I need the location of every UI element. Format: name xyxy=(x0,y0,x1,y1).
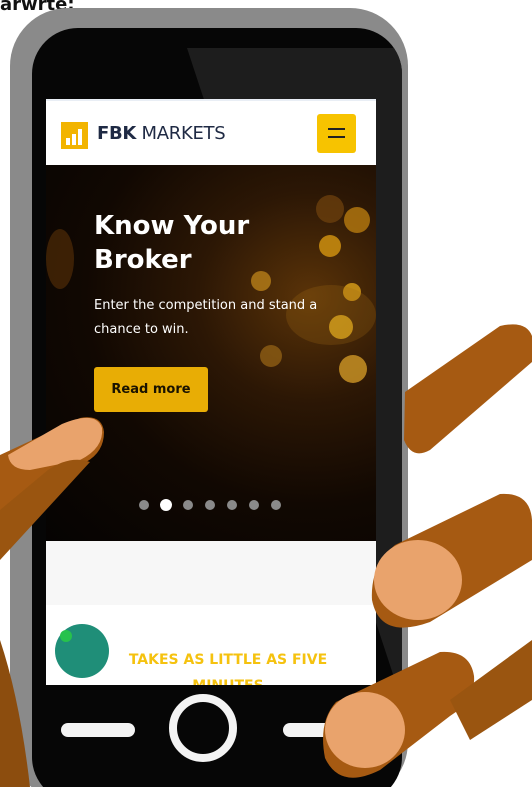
section-headline: TAKES AS LITTLE AS FIVE MINUTES xyxy=(128,652,328,685)
carousel-dot[interactable] xyxy=(205,500,215,510)
hero-slider: Know Your Broker Enter the competition a… xyxy=(46,165,376,541)
phone-screen: FBK MARKETS Know Your Broker Enter the c… xyxy=(46,99,376,685)
logo-bar xyxy=(66,138,70,145)
online-status-dot xyxy=(60,630,72,642)
carousel-dot[interactable] xyxy=(227,500,237,510)
hamburger-icon xyxy=(328,128,345,130)
carousel-dot[interactable] xyxy=(271,500,281,510)
bokeh-light xyxy=(339,355,367,383)
section-spacer xyxy=(46,541,376,605)
home-button[interactable] xyxy=(169,694,237,762)
hero-title: Know Your Broker xyxy=(94,211,250,275)
device-mockup-scene: arwrte: FBK MARKETS Know Your Broker Ent… xyxy=(0,0,532,787)
carousel-dot[interactable] xyxy=(183,500,193,510)
recent-apps-key[interactable] xyxy=(283,723,357,737)
carousel-dot-active[interactable] xyxy=(160,499,172,511)
logo-bar xyxy=(72,134,76,145)
brand-logo[interactable]: FBK MARKETS xyxy=(97,123,226,144)
bokeh-light xyxy=(316,195,344,223)
back-key[interactable] xyxy=(61,723,135,737)
hero-subtitle: Enter the competition and stand a chance… xyxy=(94,298,318,337)
menu-button[interactable] xyxy=(317,114,356,153)
logo-chart-icon[interactable] xyxy=(61,122,88,149)
hamburger-icon xyxy=(328,136,345,138)
bokeh-light xyxy=(46,229,74,289)
bokeh-light xyxy=(260,345,282,367)
site-header: FBK MARKETS xyxy=(46,99,376,165)
bokeh-light xyxy=(319,235,341,257)
brand-name-bold: FBK xyxy=(97,123,137,144)
read-more-button[interactable]: Read more xyxy=(94,367,208,412)
finger-top xyxy=(404,324,532,454)
palm-right xyxy=(450,640,532,740)
carousel-dot[interactable] xyxy=(249,500,259,510)
logo-bar xyxy=(78,129,82,145)
brand-name-rest: MARKETS xyxy=(136,123,226,144)
bokeh-light xyxy=(344,207,370,233)
carousel-dot[interactable] xyxy=(139,500,149,510)
